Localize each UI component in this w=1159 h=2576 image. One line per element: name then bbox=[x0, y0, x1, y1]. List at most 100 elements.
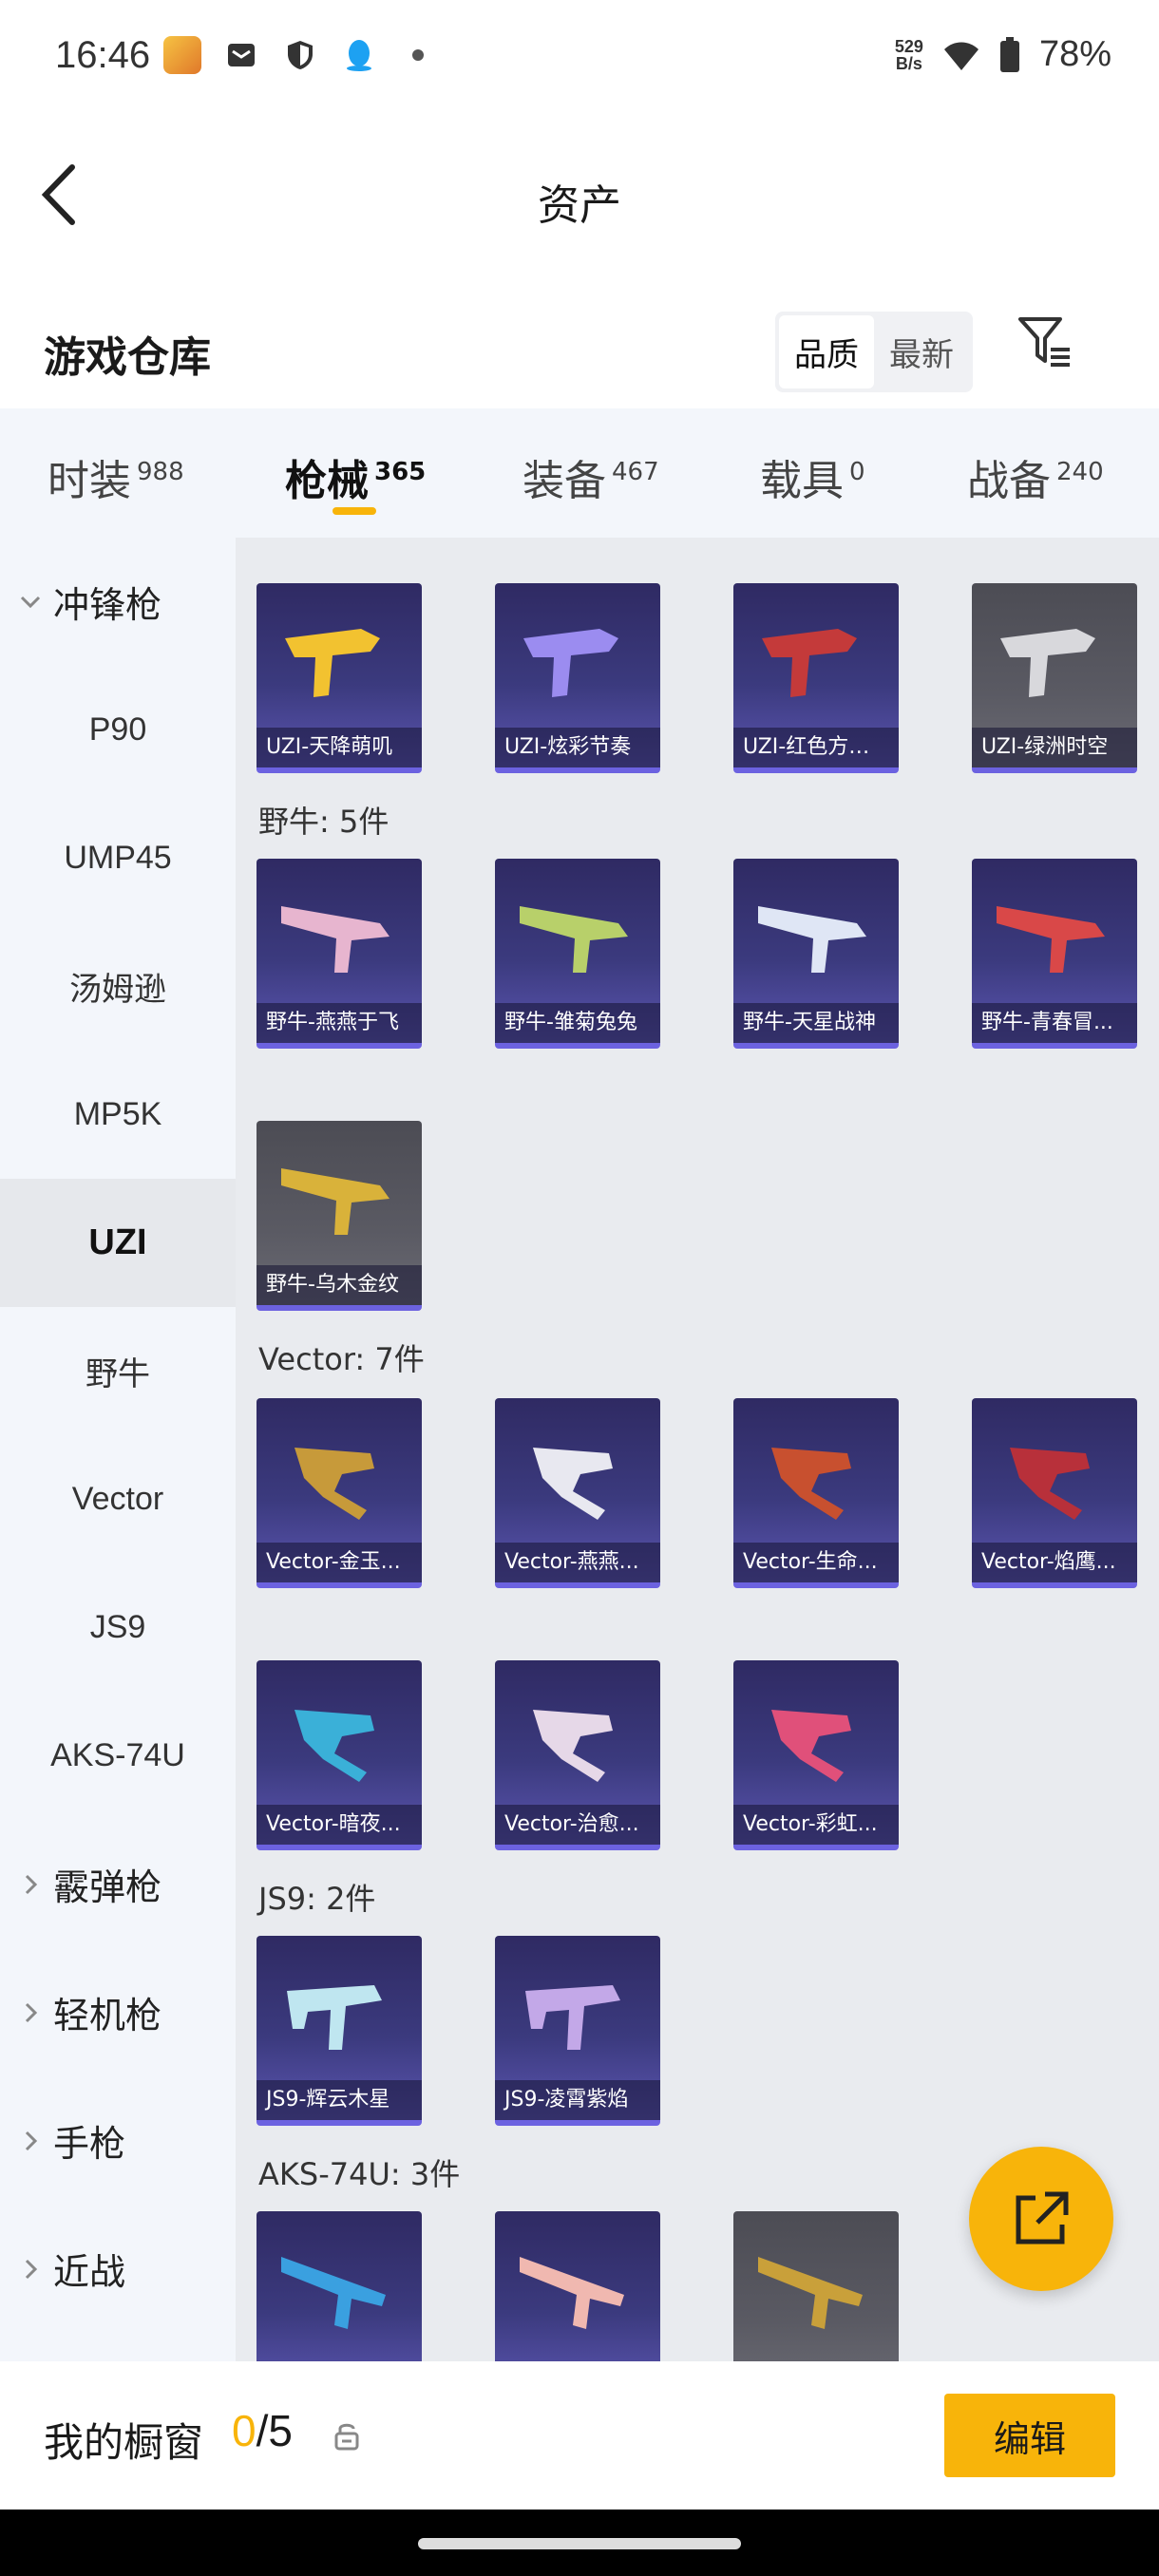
sidebar-group-lmg[interactable]: 轻机枪 bbox=[0, 1948, 236, 2076]
tab-vehicles[interactable]: 载具 0 bbox=[760, 446, 865, 507]
tab-count: 0 bbox=[849, 458, 865, 487]
showcase-count-total: /5 bbox=[256, 2406, 293, 2455]
group-label-aks74u: AKS-74U: 3件 bbox=[258, 2156, 461, 2192]
skin-card[interactable]: Vector-治愈... bbox=[495, 1660, 660, 1850]
status-time: 16:46 bbox=[55, 34, 151, 76]
card-label: JS9-凌霄紫焰 bbox=[495, 2080, 660, 2120]
sidebar-group-smg[interactable]: 冲锋枪 bbox=[0, 538, 236, 666]
card-label: Vector-暗夜... bbox=[256, 1805, 422, 1845]
showcase-bar: 我的橱窗 0/5 编辑 bbox=[0, 2361, 1159, 2510]
skin-card[interactable]: Vector-焰鹰... bbox=[972, 1398, 1137, 1588]
uzi-skin-icon bbox=[285, 629, 380, 697]
sidebar-item-aks74u[interactable]: AKS-74U bbox=[0, 1692, 236, 1820]
card-label: 野牛-乌木金纹 bbox=[256, 1265, 422, 1305]
skin-card[interactable] bbox=[256, 2211, 422, 2361]
sidebar-item-js9[interactable]: JS9 bbox=[0, 1563, 236, 1692]
bizon-skin-icon bbox=[281, 906, 390, 973]
skin-card[interactable]: Vector-燕燕... bbox=[495, 1398, 660, 1588]
skin-card[interactable]: Vector-暗夜... bbox=[256, 1660, 422, 1850]
skin-card[interactable]: Vector-生命... bbox=[733, 1398, 899, 1588]
sidebar-group-label: 霰弹枪 bbox=[53, 1868, 162, 1908]
tab-tactical[interactable]: 战备 240 bbox=[967, 446, 1104, 507]
showcase-count: 0/5 bbox=[232, 2405, 293, 2456]
skin-card[interactable]: 野牛-天星战神 bbox=[733, 859, 899, 1049]
group-label-vector: Vector: 7件 bbox=[258, 1341, 425, 1377]
tab-firearms[interactable]: 枪械 365 bbox=[285, 446, 426, 507]
skin-card[interactable]: 野牛-乌木金纹 bbox=[256, 1121, 422, 1311]
skin-grid: UZI-天降萌叽 UZI-炫彩节奏 UZI-红色方程... UZI-绿洲时空 野… bbox=[236, 538, 1159, 2361]
sidebar-item-bizon[interactable]: 野牛 bbox=[0, 1307, 236, 1435]
skin-card[interactable]: UZI-天降萌叽 bbox=[256, 583, 422, 773]
aks74u-skin-icon bbox=[281, 2257, 386, 2329]
shield-icon bbox=[281, 36, 319, 74]
sidebar-group-shotgun[interactable]: 霰弹枪 bbox=[0, 1820, 236, 1948]
sort-latest-button[interactable]: 最新 bbox=[874, 315, 969, 388]
battery-icon bbox=[999, 36, 1019, 72]
skin-card[interactable] bbox=[495, 2211, 660, 2361]
sidebar-group-melee[interactable]: 近战 bbox=[0, 2205, 236, 2333]
group-label-bizon: 野牛: 5件 bbox=[258, 804, 390, 840]
vector-skin-icon bbox=[533, 1710, 613, 1782]
sidebar-group-label: 近战 bbox=[53, 2253, 126, 2293]
card-label: Vector-生命... bbox=[733, 1543, 899, 1582]
tab-costume[interactable]: 时装 988 bbox=[48, 446, 184, 507]
sidebar-group-label: 手枪 bbox=[53, 2125, 126, 2165]
tab-label: 载具 bbox=[760, 457, 844, 505]
card-label: Vector-彩虹... bbox=[733, 1805, 899, 1845]
card-label: UZI-绿洲时空 bbox=[972, 728, 1137, 767]
chevron-right-icon bbox=[25, 2002, 38, 2023]
sidebar-item-vector[interactable]: Vector bbox=[0, 1435, 236, 1563]
bizon-skin-icon bbox=[997, 906, 1105, 973]
card-label: 野牛-燕燕于飞 bbox=[256, 1003, 422, 1043]
js9-skin-icon bbox=[525, 1985, 620, 2050]
bizon-skin-icon bbox=[281, 1168, 390, 1235]
tab-equipment[interactable]: 装备 467 bbox=[522, 446, 659, 507]
vector-skin-icon bbox=[533, 1448, 613, 1520]
group-label-js9: JS9: 2件 bbox=[258, 1881, 376, 1917]
aks74u-skin-icon bbox=[758, 2257, 863, 2329]
skin-card[interactable]: 野牛-燕燕于飞 bbox=[256, 859, 422, 1049]
tab-count: 988 bbox=[137, 458, 184, 487]
sidebar-item-mp5k[interactable]: MP5K bbox=[0, 1051, 236, 1179]
sidebar-item-ump45[interactable]: UMP45 bbox=[0, 794, 236, 922]
skin-card[interactable]: JS9-凌霄紫焰 bbox=[495, 1936, 660, 2126]
card-label: 野牛-雏菊兔兔 bbox=[495, 1003, 660, 1043]
home-indicator[interactable] bbox=[418, 2538, 741, 2549]
network-speed: 529 B/s bbox=[895, 38, 923, 72]
page-title: 资产 bbox=[538, 181, 621, 230]
js9-skin-icon bbox=[287, 1985, 382, 2050]
skin-card[interactable]: Vector-彩虹... bbox=[733, 1660, 899, 1850]
sidebar-group-label: 冲锋枪 bbox=[53, 586, 162, 626]
share-fab-button[interactable] bbox=[969, 2147, 1113, 2291]
vector-skin-icon bbox=[294, 1448, 374, 1520]
net-speed-unit: B/s bbox=[895, 53, 922, 73]
sidebar-item-thompson[interactable]: 汤姆逊 bbox=[0, 922, 236, 1051]
chevron-down-icon bbox=[20, 596, 41, 609]
skin-card[interactable]: Vector-金玉... bbox=[256, 1398, 422, 1588]
tab-count: 240 bbox=[1056, 458, 1104, 487]
bizon-skin-icon bbox=[758, 906, 866, 973]
card-label: 野牛-青春冒... bbox=[972, 1003, 1137, 1043]
aks74u-skin-icon bbox=[520, 2257, 624, 2329]
skin-card[interactable]: UZI-炫彩节奏 bbox=[495, 583, 660, 773]
filter-button[interactable] bbox=[1016, 313, 1074, 376]
qq-icon bbox=[340, 36, 378, 74]
skin-card[interactable]: UZI-绿洲时空 bbox=[972, 583, 1137, 773]
bizon-skin-icon bbox=[520, 906, 628, 973]
tab-label: 战备 bbox=[967, 457, 1051, 505]
skin-card[interactable] bbox=[733, 2211, 899, 2361]
sort-quality-button[interactable]: 品质 bbox=[779, 315, 874, 388]
skin-card[interactable]: JS9-辉云木星 bbox=[256, 1936, 422, 2126]
skin-card[interactable]: UZI-红色方程... bbox=[733, 583, 899, 773]
chevron-right-icon bbox=[25, 1874, 38, 1895]
sidebar-group-pistol[interactable]: 手枪 bbox=[0, 2076, 236, 2205]
status-bar: 16:46 529 B/s 78% bbox=[0, 0, 1159, 114]
card-label: Vector-金玉... bbox=[256, 1543, 422, 1582]
skin-card[interactable]: 野牛-青春冒... bbox=[972, 859, 1137, 1049]
system-nav-bar bbox=[0, 2510, 1159, 2576]
sidebar-item-uzi[interactable]: UZI bbox=[0, 1179, 236, 1307]
edit-button[interactable]: 编辑 bbox=[944, 2394, 1115, 2477]
chevron-right-icon bbox=[25, 2131, 38, 2151]
sidebar-item-p90[interactable]: P90 bbox=[0, 666, 236, 794]
skin-card[interactable]: 野牛-雏菊兔兔 bbox=[495, 859, 660, 1049]
